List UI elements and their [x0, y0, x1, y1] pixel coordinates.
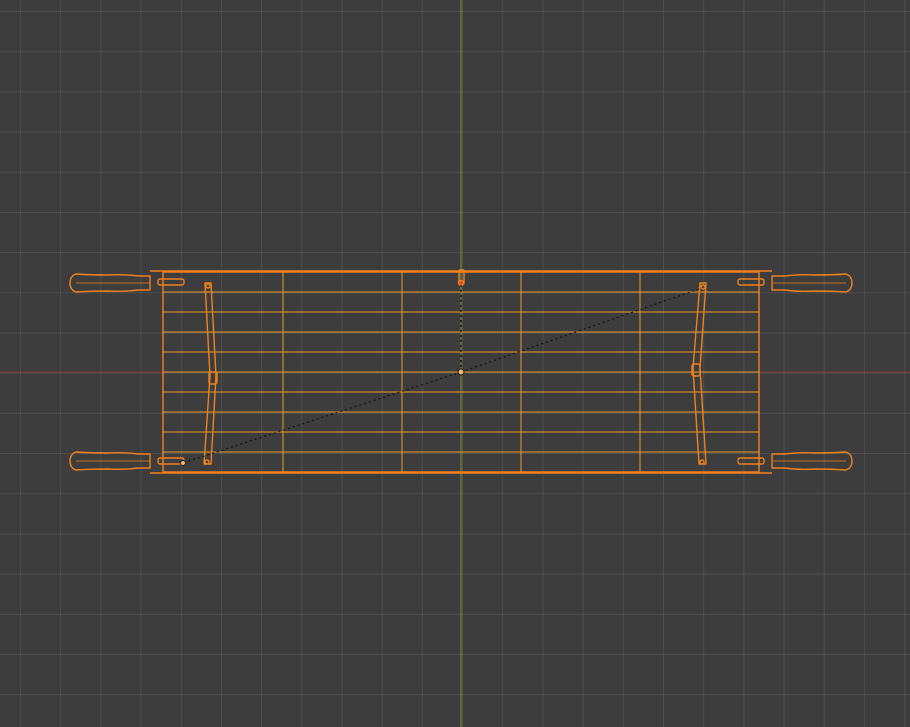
3d-viewport[interactable] — [0, 0, 910, 727]
brace-left[interactable] — [203, 282, 217, 465]
bracket-top-right — [737, 278, 765, 286]
scene-canvas[interactable] — [0, 0, 910, 727]
relationship-lines — [182, 283, 703, 464]
bracket-top-left — [157, 278, 185, 286]
child-origin-icon — [180, 460, 186, 466]
bracket-bottom-right — [737, 457, 765, 465]
origin-dot-icon[interactable] — [457, 368, 465, 376]
